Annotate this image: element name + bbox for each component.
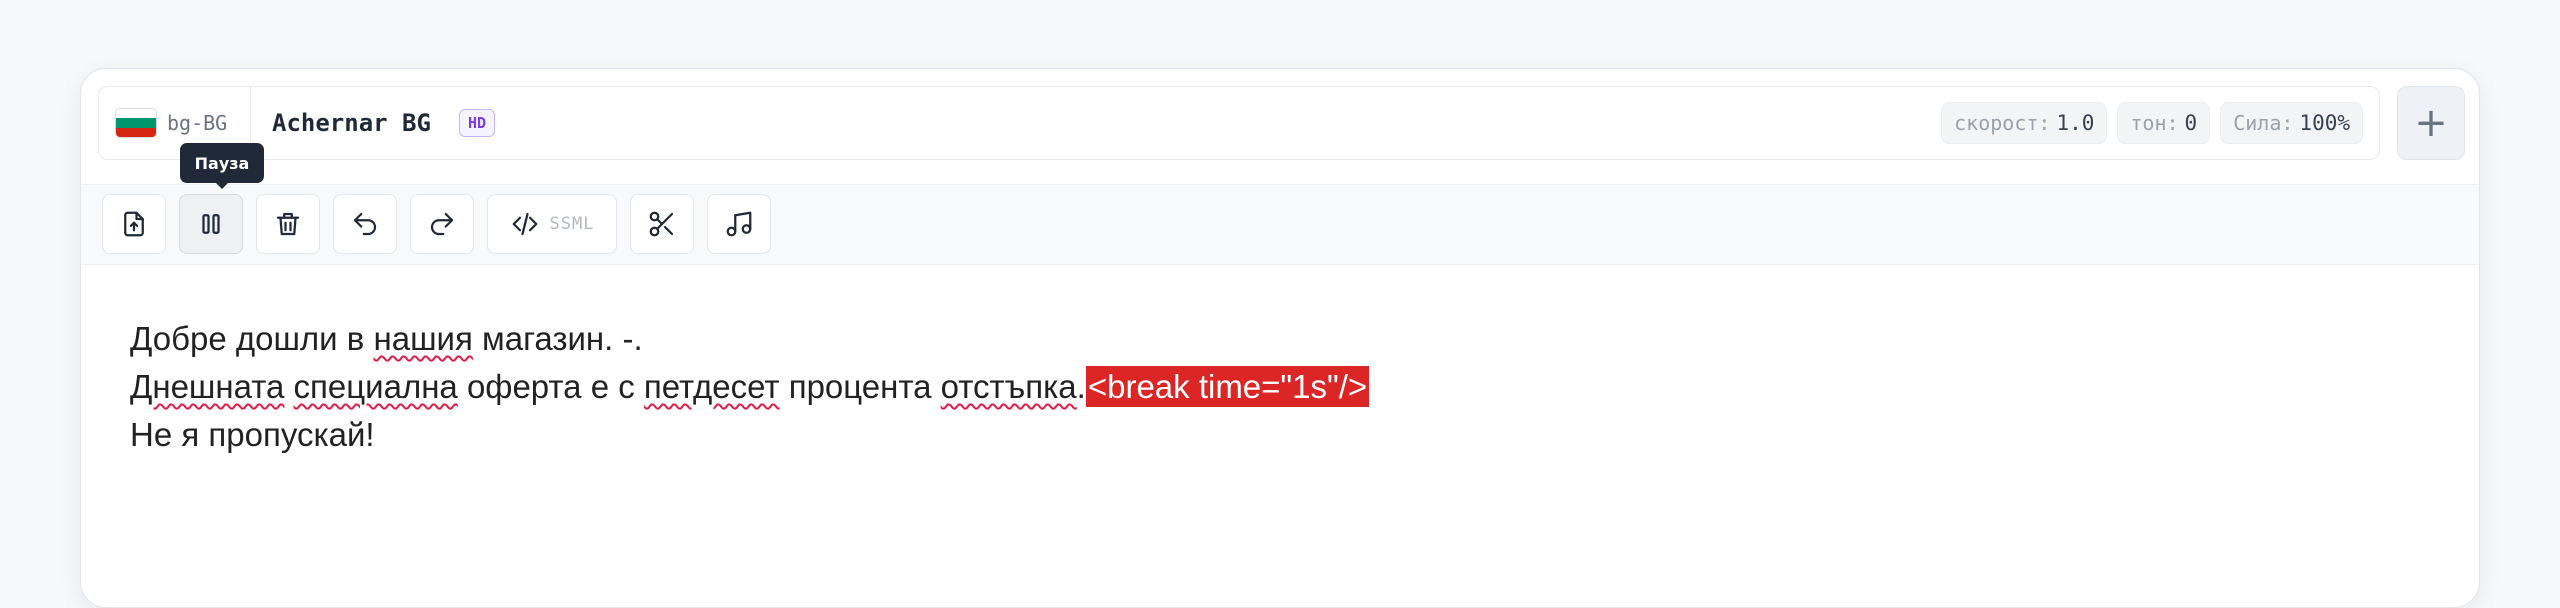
text-span: магазин. -. [472, 320, 643, 357]
add-voice-button[interactable]: + [2397, 86, 2465, 160]
ssml-break-tag[interactable]: <break time="1s"/> [1085, 366, 1370, 407]
pause-icon [202, 214, 220, 234]
language-code: bg-BG [167, 111, 228, 135]
speed-param[interactable]: скорост: 1.0 [1941, 102, 2108, 144]
upload-icon [124, 211, 144, 237]
speed-label: скорост: [1954, 111, 2051, 135]
trash-icon [276, 212, 300, 236]
editor-line-2: Днешната специална оферта е с петдесет п… [130, 363, 1370, 411]
undo-button[interactable] [333, 194, 397, 254]
text-span: . [1076, 368, 1086, 405]
scissors-icon [649, 211, 674, 237]
music-button[interactable] [707, 194, 771, 254]
redo-button[interactable] [410, 194, 474, 254]
pause-button[interactable] [179, 194, 243, 254]
volume-value: 100% [2299, 111, 2350, 135]
text-span: Добре дошли в [130, 320, 374, 357]
pitch-label: тон: [2130, 111, 2179, 135]
pause-tooltip: Пауза [180, 143, 264, 189]
misspelled-word: Днешната [130, 368, 285, 405]
text-editor[interactable]: Добре дошли в нашия магазин. -. Днешната… [130, 315, 1370, 459]
delete-button[interactable] [256, 194, 320, 254]
voice-bar: bg-BG Achernar BG HD скорост: 1.0 тон: 0… [98, 86, 2380, 160]
misspelled-word: отстъпка [940, 368, 1077, 405]
text-span: оферта е с [457, 368, 644, 405]
speed-value: 1.0 [2056, 111, 2095, 135]
editor-toolbar: SSML [81, 184, 2479, 265]
hd-badge: HD [459, 109, 496, 137]
editor-line-3: Не я пропускай! [130, 416, 375, 453]
text-span: процента [779, 368, 941, 405]
tts-editor-card: bg-BG Achernar BG HD скорост: 1.0 тон: 0… [80, 68, 2480, 608]
undo-icon [353, 212, 377, 236]
redo-icon [430, 212, 454, 236]
ssml-button[interactable]: SSML [487, 194, 617, 254]
pitch-param[interactable]: тон: 0 [2117, 102, 2211, 144]
misspelled-word: нашия [373, 320, 473, 357]
bulgaria-flag-icon [115, 108, 157, 138]
voice-name[interactable]: Achernar BG [272, 87, 431, 159]
editor-line-1: Добре дошли в нашия магазин. -. [130, 315, 1369, 363]
pitch-value: 0 [2184, 111, 2198, 135]
ssml-label: SSML [549, 214, 595, 234]
volume-param[interactable]: Сила: 100% [2220, 102, 2363, 144]
upload-button[interactable] [102, 194, 166, 254]
music-icon [726, 211, 752, 237]
voice-params: скорост: 1.0 тон: 0 Сила: 100% [1941, 102, 2363, 144]
misspelled-word: специална [293, 368, 458, 405]
text-span [284, 368, 293, 405]
misspelled-word: петдесет [643, 368, 780, 405]
volume-label: Сила: [2233, 111, 2294, 135]
cut-button[interactable] [630, 194, 694, 254]
code-icon [512, 212, 537, 236]
